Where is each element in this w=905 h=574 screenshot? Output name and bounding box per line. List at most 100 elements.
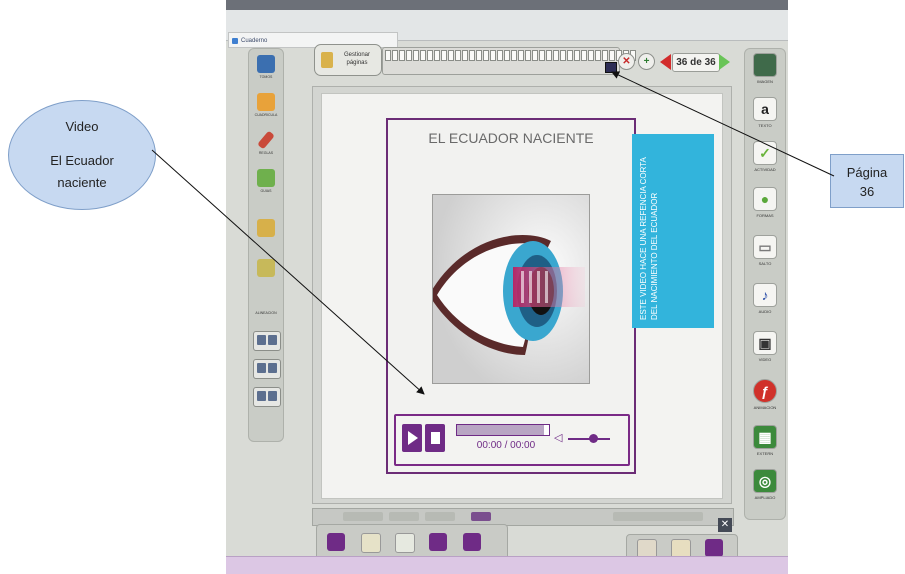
new-file-icon[interactable]: [327, 533, 345, 551]
video-preview[interactable]: [429, 194, 590, 384]
exit-icon[interactable]: [705, 539, 723, 557]
tool-salto[interactable]: ▭ SALTO: [750, 235, 780, 275]
activity-icon: ✓: [753, 141, 777, 165]
toolbar-segment[interactable]: [389, 512, 419, 521]
tool-tomos[interactable]: TOMOS: [253, 55, 279, 85]
page-callout-line: 36: [859, 184, 875, 199]
toolbar-segment[interactable]: [471, 512, 491, 521]
left-tool-panel: TOMOS CUADRICULA REGLAS GUIAS ALINEACION: [248, 48, 284, 442]
current-page-marker[interactable]: [605, 62, 617, 73]
tool-label: ACTIVIDAD: [754, 167, 776, 172]
guides-icon: [257, 169, 275, 187]
tool-animacion[interactable]: ƒ ANIMACION: [750, 379, 780, 419]
tool-actividad[interactable]: ✓ ACTIVIDAD: [750, 141, 780, 181]
seek-bar[interactable]: [456, 424, 550, 436]
toolbar-segment[interactable]: [425, 512, 455, 521]
video-callout-title: Video: [65, 119, 99, 134]
video-callout: Video El Ecuador naciente: [8, 100, 156, 210]
tool-texto[interactable]: a TEXTO: [750, 97, 780, 137]
grid-icon: [257, 93, 275, 111]
video-slide-frame: EL ECUADOR NACIENTE 00:00 / 00:00 ◁: [386, 118, 636, 474]
tool-send-backward[interactable]: [253, 259, 279, 289]
tool-reglas[interactable]: REGLAS: [253, 130, 279, 161]
play-icon: [408, 431, 418, 445]
tool-label: SALTO: [758, 261, 772, 266]
video-icon: ▣: [753, 331, 777, 355]
tool-formas[interactable]: ● FORMAS: [750, 187, 780, 227]
stop-button[interactable]: [425, 424, 445, 452]
tool-guias[interactable]: GUIAS: [253, 169, 279, 199]
app-icon: [232, 38, 238, 44]
tool-label: GUIAS: [260, 189, 272, 193]
move-up-icon: [257, 219, 275, 237]
next-page-icon[interactable]: [719, 54, 730, 70]
stop-icon: [431, 432, 440, 444]
export-icon[interactable]: [463, 533, 481, 551]
ruler-icon: [257, 130, 275, 150]
tool-audio[interactable]: ♪ AUDIO: [750, 283, 780, 323]
manage-pages-button[interactable]: Gestionar páginas: [314, 44, 382, 76]
system-top-bar: [226, 0, 788, 10]
folder-icon: [321, 52, 333, 68]
tool-label: ANIMACION: [753, 405, 777, 410]
align-button-2[interactable]: [253, 359, 281, 379]
screen-photo: Cuaderno TOMOS CUADRICULA REGLAS GUIAS A…: [226, 0, 788, 574]
tool-label: REGLAS: [258, 151, 274, 155]
text-icon: a: [753, 97, 777, 121]
tool-label: CUADRICULA: [254, 113, 278, 117]
page-navigation: ✕ + 36 de 36: [618, 50, 736, 74]
align-button-1[interactable]: [253, 331, 281, 351]
section-label: ALINEACION: [255, 311, 277, 315]
save-icon[interactable]: [429, 533, 447, 551]
tool-label: TEXTO: [758, 123, 772, 128]
volume-slider[interactable]: [568, 434, 610, 443]
tool-extern[interactable]: ▦ EXTERN: [750, 425, 780, 465]
tool-ampliado[interactable]: ◎ AMPLIADO: [750, 469, 780, 509]
volume-icon[interactable]: ◁: [554, 432, 566, 444]
window-title-bar: Cuaderno: [226, 10, 788, 48]
tool-video[interactable]: ▣ VIDEO: [750, 331, 780, 371]
jump-icon: ▭: [753, 235, 777, 259]
video-player-controls: 00:00 / 00:00 ◁: [394, 414, 630, 466]
page-thumbnail-strip[interactable]: [382, 47, 636, 75]
tool-label: FORMAS: [756, 213, 774, 218]
toolbar-segment[interactable]: [613, 512, 703, 521]
image-icon: [753, 53, 777, 77]
open-file-icon[interactable]: [361, 533, 381, 553]
app-tab-label: Cuaderno: [241, 38, 268, 44]
edit-icon[interactable]: [395, 533, 415, 553]
move-down-icon: [257, 259, 275, 277]
play-button[interactable]: [402, 424, 422, 452]
tool-label: IMAGEN: [757, 79, 773, 84]
time-readout: 00:00 / 00:00: [476, 440, 536, 451]
add-page-button[interactable]: +: [638, 53, 655, 70]
page-callout: Página 36: [830, 154, 904, 208]
tool-bring-forward[interactable]: [253, 219, 279, 249]
manage-pages-label: Gestionar páginas: [343, 52, 370, 66]
tool-imagen[interactable]: IMAGEN: [750, 53, 780, 93]
external-icon: ▦: [753, 425, 777, 449]
slide-title: EL ECUADOR NACIENTE: [428, 130, 594, 146]
shapes-icon: ●: [753, 187, 777, 211]
close-icon[interactable]: ✕: [718, 518, 732, 532]
volume-knob[interactable]: [589, 434, 599, 443]
tool-label: AUDIO: [758, 309, 772, 314]
books-icon: [257, 55, 275, 73]
toolbar-segment[interactable]: [343, 512, 383, 521]
delete-page-button[interactable]: ✕: [618, 53, 635, 70]
align-button-3[interactable]: [253, 387, 281, 407]
bottom-status-bar: [226, 556, 788, 574]
flash-icon: ƒ: [753, 379, 777, 403]
right-tool-panel: IMAGEN a TEXTO ✓ ACTIVIDAD ● FORMAS ▭ SA…: [744, 48, 786, 520]
prev-page-icon[interactable]: [660, 54, 671, 70]
description-text: ESTE VIDEO HACE UNA REFENCIA CORTA DEL N…: [639, 157, 659, 320]
page-callout-line: Página: [846, 165, 888, 180]
video-callout-line: El Ecuador: [50, 153, 114, 168]
tool-label: TOMOS: [259, 75, 273, 79]
video-callout-line: naciente: [57, 175, 107, 190]
page-cells: [385, 50, 636, 61]
description-textbox[interactable]: ESTE VIDEO HACE UNA REFENCIA CORTA DEL N…: [632, 134, 714, 328]
zoom-icon: ◎: [753, 469, 777, 493]
audio-icon: ♪: [753, 283, 777, 307]
tool-cuadricula[interactable]: CUADRICULA: [253, 93, 279, 123]
